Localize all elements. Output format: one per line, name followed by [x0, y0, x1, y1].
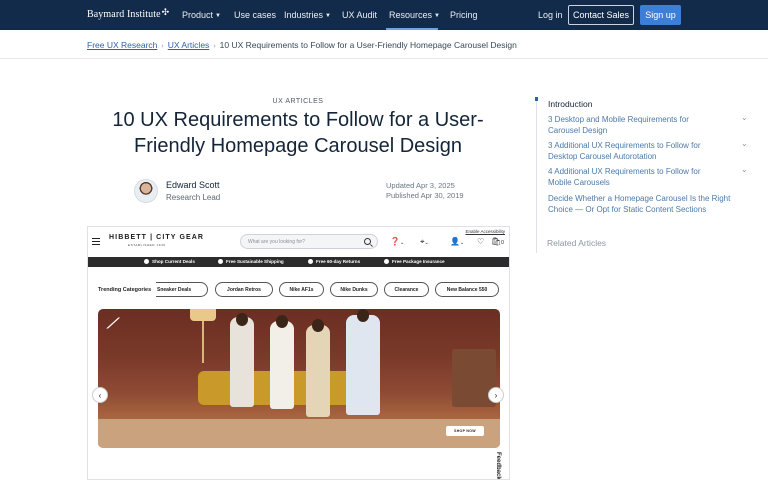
author-name[interactable]: Edward Scott	[166, 180, 220, 190]
model-figure	[230, 317, 254, 407]
puma-logo-icon: ⟋	[107, 315, 117, 331]
article-kicker[interactable]: UX ARTICLES	[268, 98, 328, 105]
author-role: Research Lead	[166, 193, 221, 202]
chevron-right-icon: ›	[161, 43, 164, 50]
logo-mark-icon: ✣	[161, 7, 170, 17]
page-title: 10 UX Requirements to Follow for a User-…	[112, 109, 484, 157]
toc-item[interactable]: 3 Desktop and Mobile Requirements for Ca…	[548, 114, 718, 136]
category-pill: Sneaker Deals	[156, 282, 208, 297]
deals-icon	[144, 259, 149, 264]
trending-categories-label: Trending Categories	[98, 287, 152, 293]
published-date: Published Apr 30, 2019	[386, 191, 464, 200]
contact-sales-button[interactable]: Contact Sales	[568, 5, 634, 25]
nav-use-cases[interactable]: Use cases	[234, 10, 276, 20]
search-icon	[364, 238, 371, 245]
hero-carousel-image: ⟋ SHOP NOW	[98, 309, 500, 448]
help-icon: ❓⌄	[390, 237, 405, 246]
category-pill: New Balance 550	[435, 282, 499, 297]
breadcrumb-ux-articles[interactable]: UX Articles	[168, 40, 210, 50]
strip-item-label: Shop Current Deals	[152, 259, 195, 264]
lamp-shape	[190, 309, 216, 321]
nav-product[interactable]: Product ▼	[182, 10, 221, 20]
table-of-contents: Introduction 3 Desktop and Mobile Requir…	[535, 97, 750, 253]
toc-item[interactable]: 4 Additional UX Requirements to Follow f…	[548, 166, 718, 188]
toc-item-introduction[interactable]: Introduction	[548, 99, 592, 109]
model-head	[312, 319, 324, 332]
strip-item-deals: Shop Current Deals	[144, 259, 195, 264]
shop-now-button: SHOP NOW	[446, 426, 484, 436]
cart-count: 0	[501, 240, 504, 246]
model-figure	[270, 321, 294, 409]
breadcrumb: Free UX Research › UX Articles › 10 UX Requi…	[87, 40, 517, 50]
nav-ux-audit-label: UX Audit	[342, 10, 378, 20]
category-pill: Nike Dunks	[330, 282, 378, 297]
model-head	[276, 315, 288, 328]
nav-industries[interactable]: Industries ▼	[284, 10, 331, 20]
hibbett-logo-subtitle: ESTABLISHED 1945	[128, 243, 166, 247]
related-articles-link[interactable]: Related Articles	[547, 238, 606, 248]
hamburger-menu-icon	[92, 238, 100, 245]
breadcrumb-free-ux-research[interactable]: Free UX Research	[87, 40, 157, 50]
shield-icon	[384, 259, 389, 264]
model-head	[357, 309, 369, 322]
location-pin-icon: ⌖⌄	[420, 237, 429, 246]
feedback-tab: Feedback	[495, 452, 501, 480]
strip-item-shipping: Free Sustainable Shipping	[218, 259, 284, 264]
promo-strip: Shop Current Deals Free Sustainable Ship…	[88, 257, 509, 267]
chevron-right-icon: ›	[213, 43, 216, 50]
nav-resources[interactable]: Resources ▼	[389, 10, 440, 20]
breadcrumb-current: 10 UX Requirements to Follow for a User-…	[219, 40, 517, 50]
strip-item-returns: Free 60-day Returns	[308, 259, 360, 264]
chevron-left-icon: ‹	[92, 387, 108, 403]
chevron-down-icon: ▼	[434, 13, 440, 19]
baymard-logo[interactable]: Baymard Institute✣	[87, 7, 170, 20]
lamp-pole-shape	[202, 321, 204, 363]
returns-icon	[308, 259, 313, 264]
model-head	[236, 313, 248, 326]
chevron-down-icon: ▼	[325, 13, 331, 19]
toc-item[interactable]: Decide Whether a Homepage Carousel Is th…	[548, 193, 748, 215]
cart-icon: 🛍0	[491, 237, 504, 246]
model-figure	[306, 325, 330, 417]
hibbett-logo: HIBBETT | CITY GEAR	[109, 234, 205, 241]
nav-use-cases-label: Use cases	[234, 10, 277, 20]
updated-date: Updated Apr 3, 2025	[386, 181, 455, 190]
logo-text: Baymard Institute	[87, 9, 161, 20]
chevron-down-icon[interactable]: ⌄	[741, 113, 748, 122]
account-icon: 👤⌄	[450, 237, 465, 246]
heart-icon: ♡	[477, 237, 485, 246]
chevron-down-icon[interactable]: ⌄	[741, 139, 748, 148]
nav-pricing-label: Pricing	[450, 10, 478, 20]
nav-ux-audit[interactable]: UX Audit	[342, 10, 377, 20]
toc-item[interactable]: 3 Additional UX Requirements to Follow f…	[548, 140, 718, 162]
example-screenshot: Enable Accessibility HIBBETT | CITY GEAR…	[87, 226, 510, 480]
nav-pricing[interactable]: Pricing	[450, 10, 478, 20]
category-pill-label: Sneaker Deals	[157, 286, 192, 293]
nav-resources-label: Resources	[389, 10, 433, 20]
strip-item-label: Free Package Insurance	[392, 259, 445, 264]
category-pill: Jordan Retros	[215, 282, 273, 297]
breadcrumb-bar: Free UX Research › UX Articles › 10 UX Requi…	[0, 30, 768, 59]
nav-product-label: Product	[182, 10, 214, 20]
chevron-down-icon[interactable]: ⌄	[741, 165, 748, 174]
login-link[interactable]: Log in	[538, 10, 563, 20]
category-pill: Nike AF1s	[279, 282, 324, 297]
enable-accessibility-link: Enable Accessibility	[465, 229, 505, 234]
strip-item-label: Free 60-day Returns	[316, 259, 361, 264]
toc-active-marker	[535, 97, 538, 101]
chevron-down-icon: ▼	[215, 13, 221, 19]
model-figure	[346, 315, 380, 415]
strip-item-insurance: Free Package Insurance	[384, 259, 445, 264]
example-search-input: What are you looking for?	[240, 234, 378, 249]
chevron-right-icon: ›	[488, 387, 504, 403]
category-pill: Clearance	[384, 282, 429, 297]
example-search-placeholder: What are you looking for?	[248, 239, 305, 245]
floor-shape	[98, 419, 500, 448]
leaf-icon	[218, 259, 223, 264]
top-nav: Baymard Institute✣ Product ▼ Use cases In…	[0, 0, 768, 30]
signup-button[interactable]: Sign up	[640, 5, 681, 25]
strip-item-label: Free Sustainable Shipping	[226, 259, 284, 264]
author-avatar[interactable]	[134, 179, 158, 203]
nav-industries-label: Industries	[284, 10, 324, 20]
